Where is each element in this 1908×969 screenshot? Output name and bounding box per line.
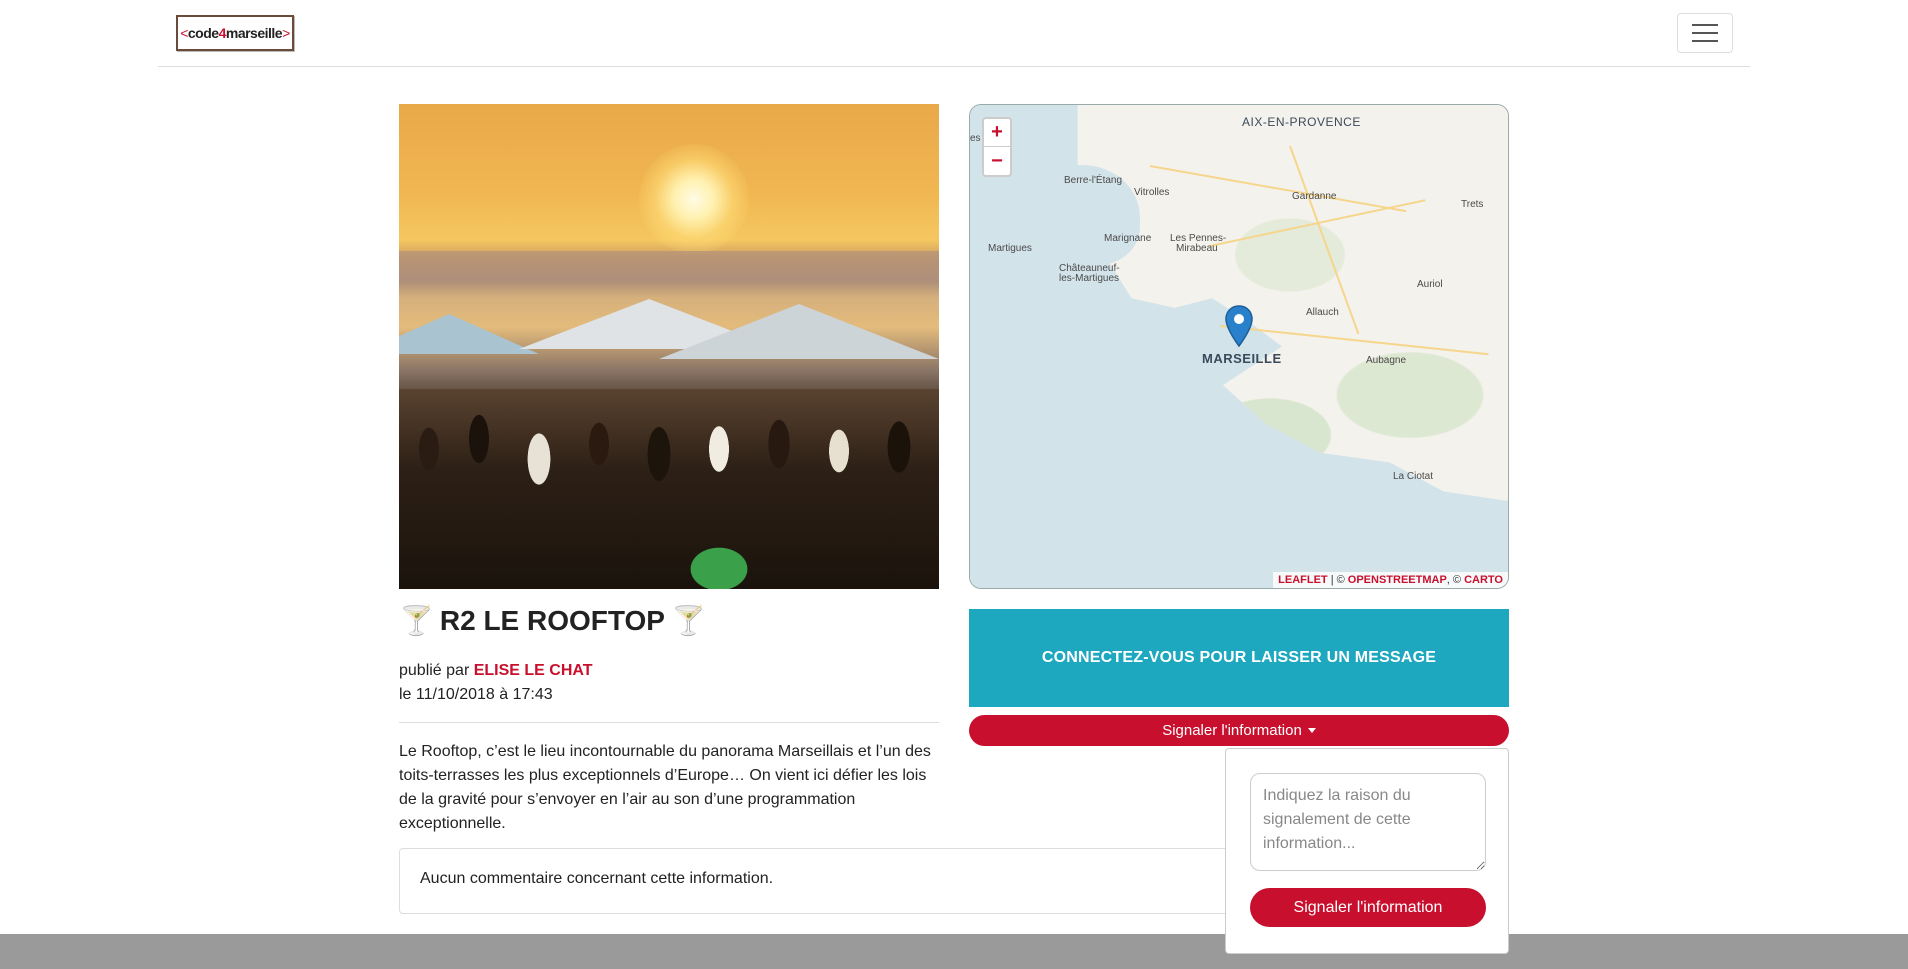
zoom-out-button[interactable]: − xyxy=(984,147,1010,175)
openstreetmap-link[interactable]: OPENSTREETMAP xyxy=(1348,574,1447,586)
post-date: le 11/10/2018 à 17:43 xyxy=(399,686,553,703)
hamburger-icon-line xyxy=(1692,40,1718,42)
map-label-berre: Berre-l'Étang xyxy=(1064,175,1123,186)
map-label-martigues: Martigues xyxy=(988,243,1032,254)
map-attribution: LEAFLET | © OPENSTREETMAP, © CARTO xyxy=(1273,572,1508,588)
logo-bracket-right: > xyxy=(282,25,290,41)
map-label-allauch: Allauch xyxy=(1306,307,1339,318)
map-label-aix: AIX-EN-PROVENCE xyxy=(1242,115,1361,129)
author-link[interactable]: ELISE LE CHAT xyxy=(474,662,593,679)
location-map[interactable]: AIX-EN-PROVENCE es Berre-l'Étang Vitroll… xyxy=(969,104,1509,589)
photo-sun xyxy=(639,144,749,254)
logo-bracket-left: < xyxy=(180,25,188,41)
caret-down-icon xyxy=(1307,728,1316,733)
login-to-comment-button[interactable]: CONNECTEZ-VOUS POUR LAISSER UN MESSAGE xyxy=(969,609,1509,707)
venue-photo xyxy=(399,104,939,589)
map-label-pennes-2: Mirabeau xyxy=(1176,243,1218,254)
footer xyxy=(0,934,1908,969)
carto-link[interactable]: CARTO xyxy=(1464,574,1503,586)
report-dropdown-menu: Signaler l'information xyxy=(1225,748,1509,954)
logo-text-four: 4 xyxy=(218,25,227,41)
photo-hills xyxy=(399,251,939,281)
post-title: 🍸 R2 LE ROOFTOP 🍸 xyxy=(399,604,706,637)
map-label-trets: Trets xyxy=(1461,199,1484,210)
map-label-edge: es xyxy=(970,133,981,144)
no-comments-text: Aucun commentaire concernant cette infor… xyxy=(420,870,774,887)
report-reason-input[interactable] xyxy=(1250,773,1486,871)
cocktail-icon: 🍸 xyxy=(399,605,434,636)
map-label-la-ciotat: La Ciotat xyxy=(1393,471,1434,482)
post-author-line: publié par ELISE LE CHAT xyxy=(399,662,593,680)
map-marker-icon[interactable] xyxy=(1225,305,1253,347)
hamburger-icon-line xyxy=(1692,24,1718,26)
attribution-separator: | © xyxy=(1327,574,1348,586)
post-title-text: R2 LE ROOFTOP xyxy=(439,604,665,636)
leaflet-link[interactable]: LEAFLET xyxy=(1278,574,1328,586)
map-label-marignane: Marignane xyxy=(1104,233,1152,244)
post-description: Le Rooftop, c’est le lieu incontournable… xyxy=(399,743,931,832)
report-dropdown-button[interactable]: Signaler l'information xyxy=(969,715,1509,746)
map-label-gardanne: Gardanne xyxy=(1292,191,1337,202)
report-dropdown-label: Signaler l'information xyxy=(1162,722,1302,739)
logo-text-marseille: marseille xyxy=(225,25,283,41)
map-zoom-control: + − xyxy=(982,117,1012,177)
map-label-vitrolles: Vitrolles xyxy=(1134,187,1170,198)
map-label-chateau-2: les-Martigues xyxy=(1059,273,1120,284)
hamburger-icon-line xyxy=(1692,32,1718,34)
logo-text-code: code xyxy=(187,25,219,41)
menu-toggle-button[interactable] xyxy=(1677,13,1733,53)
photo-umbrella xyxy=(399,314,539,354)
site-logo[interactable]: < code 4 marseille > xyxy=(176,15,294,51)
attribution-separator: , © xyxy=(1446,574,1465,586)
navbar: < code 4 marseille > xyxy=(158,0,1750,67)
map-label-aubagne: Aubagne xyxy=(1366,355,1407,366)
published-by-label: publié par xyxy=(399,662,474,679)
report-submit-button[interactable]: Signaler l'information xyxy=(1250,888,1486,927)
divider xyxy=(399,722,939,723)
map-label-auriol: Auriol xyxy=(1417,279,1443,290)
zoom-in-button[interactable]: + xyxy=(984,119,1010,147)
map-label-marseille: MARSEILLE xyxy=(1202,351,1282,366)
cocktail-icon: 🍸 xyxy=(670,605,706,636)
photo-crowd xyxy=(399,389,939,589)
